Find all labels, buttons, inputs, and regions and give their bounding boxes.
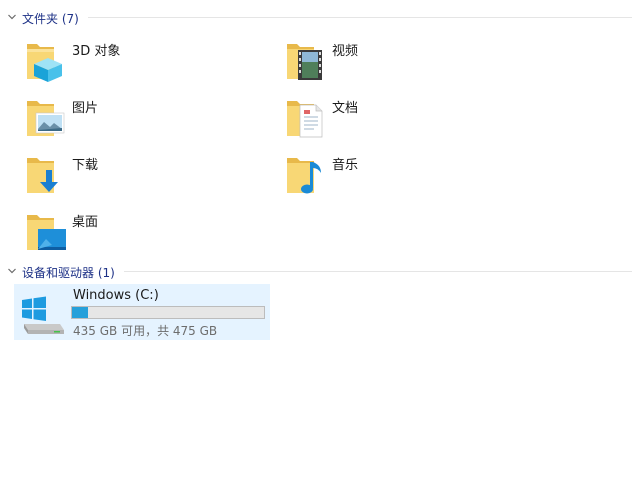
drives-group-title: 设备和驱动器 (1) xyxy=(22,266,115,280)
documents-folder-icon xyxy=(287,101,323,138)
desktop-folder-icon xyxy=(27,215,66,250)
folder-desktop[interactable]: 桌面 xyxy=(24,209,274,263)
music-folder-icon xyxy=(287,158,321,194)
folder-videos[interactable]: 视频 xyxy=(284,38,534,92)
drives-group-header[interactable]: 设备和驱动器 (1) xyxy=(0,261,640,281)
folder-documents[interactable]: 文档 xyxy=(284,95,534,149)
group-divider xyxy=(88,17,632,18)
folder-label: 音乐 xyxy=(332,158,359,173)
folders-group-title: 文件夹 (7) xyxy=(22,12,79,26)
folder-label: 文档 xyxy=(332,101,359,116)
folder-label: 桌面 xyxy=(72,215,99,230)
drive-usage-bar xyxy=(71,306,265,319)
folders-group-header[interactable]: 文件夹 (7) xyxy=(0,7,640,27)
folder-label: 下载 xyxy=(72,158,99,173)
windows-drive-icon xyxy=(22,296,64,334)
chevron-down-icon[interactable] xyxy=(7,266,17,276)
drive-usage-bar-fill xyxy=(72,307,89,318)
drive-tile-windows-c[interactable]: Windows (C:) 435 GB 可用，共 475 GB xyxy=(14,284,270,340)
drive-free-space: 435 GB 可用，共 475 GB xyxy=(73,324,218,338)
folder-downloads[interactable]: 下载 xyxy=(24,152,274,206)
3d-objects-folder-icon xyxy=(27,44,62,82)
folder-label: 3D 对象 xyxy=(72,44,121,59)
folder-music[interactable]: 音乐 xyxy=(284,152,534,206)
drive-name: Windows (C:) xyxy=(73,288,159,303)
chevron-down-icon[interactable] xyxy=(7,12,17,22)
folder-label: 图片 xyxy=(72,101,99,116)
pictures-folder-icon xyxy=(27,101,65,136)
folder-3d-objects[interactable]: 3D 对象 xyxy=(24,38,274,92)
folder-label: 视频 xyxy=(332,44,359,59)
downloads-folder-icon xyxy=(27,158,58,193)
folder-pictures[interactable]: 图片 xyxy=(24,95,274,149)
videos-folder-icon xyxy=(287,44,322,80)
group-divider xyxy=(124,271,632,272)
